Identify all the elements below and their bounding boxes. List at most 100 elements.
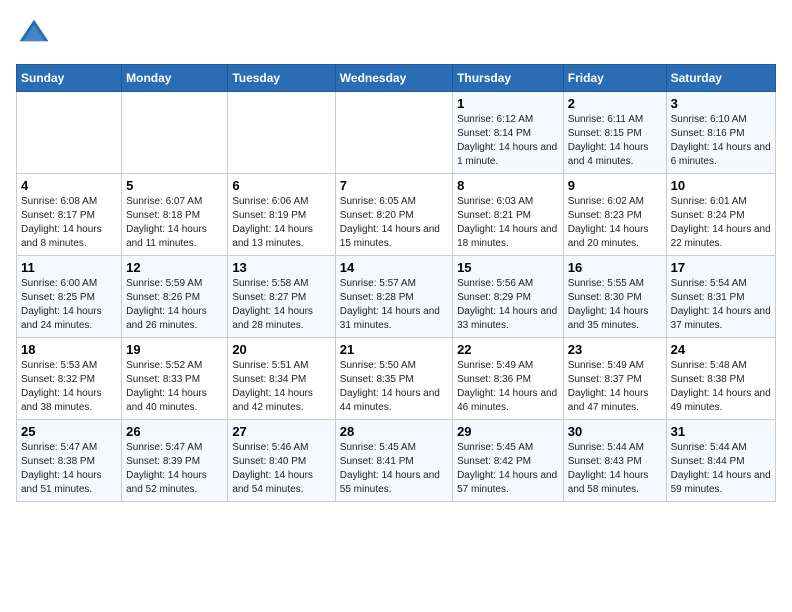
day-number: 30 [568, 424, 662, 439]
calendar-cell: 12Sunrise: 5:59 AM Sunset: 8:26 PM Dayli… [122, 256, 228, 338]
calendar-cell: 19 Sunrise: 5:52 AM Sunset: 8:33 PM Dayli… [122, 338, 228, 420]
calendar-table: SundayMondayTuesdayWednesdayThursdayFrid… [16, 64, 776, 502]
day-info: Sunrise: 6:11 AM Sunset: 8:15 PM Dayligh… [568, 113, 662, 169]
day-info: Sunrise: 6:03 AM Sunset: 8:21 PM Dayligh… [457, 195, 559, 251]
calendar-cell: 10 Sunrise: 6:01 AM Sunset: 8:24 PM Dayli… [666, 174, 775, 256]
calendar-cell: 2 Sunrise: 6:11 AM Sunset: 8:15 PM Daylig… [563, 92, 666, 174]
calendar-cell: 7Sunrise: 6:05 AM Sunset: 8:20 PM Daylig… [335, 174, 452, 256]
day-number: 22 [457, 342, 559, 357]
week-row-4: 18Sunrise: 5:53 AM Sunset: 8:32 PM Dayli… [17, 338, 776, 420]
calendar-cell: 24 Sunrise: 5:48 AM Sunset: 8:38 PM Dayli… [666, 338, 775, 420]
day-info: Sunrise: 5:51 AM Sunset: 8:34 PM Dayligh… [232, 359, 330, 415]
day-info: Sunrise: 6:08 AM Sunset: 8:17 PM Dayligh… [21, 195, 117, 251]
day-number: 7 [340, 178, 448, 193]
day-info: Sunrise: 5:52 AM Sunset: 8:33 PM Dayligh… [126, 359, 223, 415]
day-number: 8 [457, 178, 559, 193]
calendar-cell: 13 Sunrise: 5:58 AM Sunset: 8:27 PM Dayli… [228, 256, 335, 338]
calendar-cell: 28Sunrise: 5:45 AM Sunset: 8:41 PM Dayli… [335, 420, 452, 502]
calendar-cell [17, 92, 122, 174]
day-info: Sunrise: 6:07 AM Sunset: 8:18 PM Dayligh… [126, 195, 223, 251]
day-number: 14 [340, 260, 448, 275]
day-info: Sunrise: 5:49 AM Sunset: 8:37 PM Dayligh… [568, 359, 662, 415]
day-info: Sunrise: 5:54 AM Sunset: 8:31 PM Dayligh… [671, 277, 771, 333]
week-row-3: 11Sunrise: 6:00 AM Sunset: 8:25 PM Dayli… [17, 256, 776, 338]
day-info: Sunrise: 5:58 AM Sunset: 8:27 PM Dayligh… [232, 277, 330, 333]
day-number: 5 [126, 178, 223, 193]
calendar-header: SundayMondayTuesdayWednesdayThursdayFrid… [17, 65, 776, 92]
day-info: Sunrise: 6:06 AM Sunset: 8:19 PM Dayligh… [232, 195, 330, 251]
day-number: 9 [568, 178, 662, 193]
day-info: Sunrise: 5:47 AM Sunset: 8:38 PM Dayligh… [21, 441, 117, 497]
weekday-header-thursday: Thursday [453, 65, 564, 92]
day-info: Sunrise: 5:46 AM Sunset: 8:40 PM Dayligh… [232, 441, 330, 497]
week-row-2: 4 Sunrise: 6:08 AM Sunset: 8:17 PM Daylig… [17, 174, 776, 256]
day-info: Sunrise: 5:47 AM Sunset: 8:39 PM Dayligh… [126, 441, 223, 497]
calendar-cell: 15 Sunrise: 5:56 AM Sunset: 8:29 PM Dayli… [453, 256, 564, 338]
calendar-body: 1 Sunrise: 6:12 AM Sunset: 8:14 PM Daylig… [17, 92, 776, 502]
day-info: Sunrise: 6:01 AM Sunset: 8:24 PM Dayligh… [671, 195, 771, 251]
calendar-cell: 8 Sunrise: 6:03 AM Sunset: 8:21 PM Daylig… [453, 174, 564, 256]
day-info: Sunrise: 5:49 AM Sunset: 8:36 PM Dayligh… [457, 359, 559, 415]
day-info: Sunrise: 5:50 AM Sunset: 8:35 PM Dayligh… [340, 359, 448, 415]
day-number: 6 [232, 178, 330, 193]
calendar-cell: 26 Sunrise: 5:47 AM Sunset: 8:39 PM Dayli… [122, 420, 228, 502]
day-number: 17 [671, 260, 771, 275]
day-number: 3 [671, 96, 771, 111]
day-info: Sunrise: 6:12 AM Sunset: 8:14 PM Dayligh… [457, 113, 559, 169]
day-number: 15 [457, 260, 559, 275]
day-info: Sunrise: 5:45 AM Sunset: 8:42 PM Dayligh… [457, 441, 559, 497]
day-number: 13 [232, 260, 330, 275]
day-number: 26 [126, 424, 223, 439]
calendar-cell [335, 92, 452, 174]
logo [16, 16, 58, 52]
day-number: 16 [568, 260, 662, 275]
day-number: 21 [340, 342, 448, 357]
weekday-header-tuesday: Tuesday [228, 65, 335, 92]
calendar-cell: 16 Sunrise: 5:55 AM Sunset: 8:30 PM Dayli… [563, 256, 666, 338]
calendar-cell: 29 Sunrise: 5:45 AM Sunset: 8:42 PM Dayli… [453, 420, 564, 502]
calendar-cell: 31 Sunrise: 5:44 AM Sunset: 8:44 PM Dayli… [666, 420, 775, 502]
day-number: 19 [126, 342, 223, 357]
weekday-header-saturday: Saturday [666, 65, 775, 92]
week-row-5: 25 Sunrise: 5:47 AM Sunset: 8:38 PM Dayli… [17, 420, 776, 502]
calendar-cell: 1 Sunrise: 6:12 AM Sunset: 8:14 PM Daylig… [453, 92, 564, 174]
day-info: Sunrise: 5:44 AM Sunset: 8:44 PM Dayligh… [671, 441, 771, 497]
day-number: 27 [232, 424, 330, 439]
calendar-cell: 11Sunrise: 6:00 AM Sunset: 8:25 PM Dayli… [17, 256, 122, 338]
calendar-cell: 5 Sunrise: 6:07 AM Sunset: 8:18 PM Daylig… [122, 174, 228, 256]
logo-icon [16, 16, 52, 52]
day-info: Sunrise: 6:10 AM Sunset: 8:16 PM Dayligh… [671, 113, 771, 169]
day-number: 31 [671, 424, 771, 439]
day-number: 28 [340, 424, 448, 439]
calendar-cell: 9Sunrise: 6:02 AM Sunset: 8:23 PM Daylig… [563, 174, 666, 256]
day-number: 4 [21, 178, 117, 193]
calendar-cell: 21 Sunrise: 5:50 AM Sunset: 8:35 PM Dayli… [335, 338, 452, 420]
day-info: Sunrise: 6:00 AM Sunset: 8:25 PM Dayligh… [21, 277, 117, 333]
weekday-header-wednesday: Wednesday [335, 65, 452, 92]
day-info: Sunrise: 5:44 AM Sunset: 8:43 PM Dayligh… [568, 441, 662, 497]
calendar-cell: 18Sunrise: 5:53 AM Sunset: 8:32 PM Dayli… [17, 338, 122, 420]
page-header [16, 16, 776, 52]
calendar-cell: 25 Sunrise: 5:47 AM Sunset: 8:38 PM Dayli… [17, 420, 122, 502]
calendar-cell: 23 Sunrise: 5:49 AM Sunset: 8:37 PM Dayli… [563, 338, 666, 420]
day-number: 23 [568, 342, 662, 357]
day-number: 29 [457, 424, 559, 439]
day-info: Sunrise: 5:56 AM Sunset: 8:29 PM Dayligh… [457, 277, 559, 333]
calendar-cell: 20 Sunrise: 5:51 AM Sunset: 8:34 PM Dayli… [228, 338, 335, 420]
weekday-header-friday: Friday [563, 65, 666, 92]
calendar-cell: 4 Sunrise: 6:08 AM Sunset: 8:17 PM Daylig… [17, 174, 122, 256]
day-info: Sunrise: 5:55 AM Sunset: 8:30 PM Dayligh… [568, 277, 662, 333]
day-number: 12 [126, 260, 223, 275]
day-number: 25 [21, 424, 117, 439]
day-info: Sunrise: 5:53 AM Sunset: 8:32 PM Dayligh… [21, 359, 117, 415]
calendar-cell: 22 Sunrise: 5:49 AM Sunset: 8:36 PM Dayli… [453, 338, 564, 420]
day-number: 2 [568, 96, 662, 111]
calendar-cell: 27 Sunrise: 5:46 AM Sunset: 8:40 PM Dayli… [228, 420, 335, 502]
day-info: Sunrise: 5:48 AM Sunset: 8:38 PM Dayligh… [671, 359, 771, 415]
day-number: 24 [671, 342, 771, 357]
day-number: 1 [457, 96, 559, 111]
day-number: 10 [671, 178, 771, 193]
day-number: 20 [232, 342, 330, 357]
calendar-cell [122, 92, 228, 174]
calendar-cell: 6 Sunrise: 6:06 AM Sunset: 8:19 PM Daylig… [228, 174, 335, 256]
